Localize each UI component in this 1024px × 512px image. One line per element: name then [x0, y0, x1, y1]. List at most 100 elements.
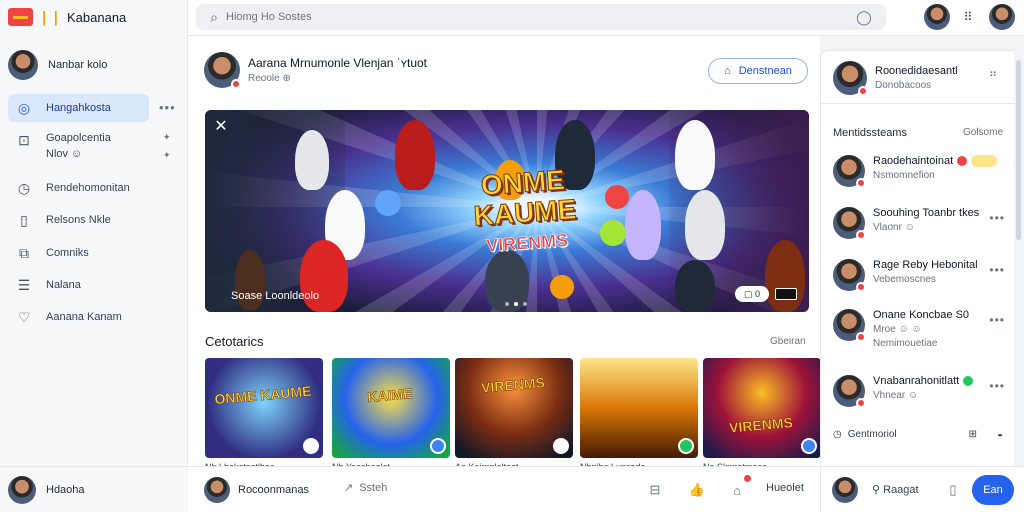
character-figure	[395, 120, 435, 190]
sidebar-item-nalana[interactable]: ☰ Nalana	[0, 277, 180, 293]
sidebar-item-rendehomonitan[interactable]: ◷ Rendehomonitan	[0, 180, 180, 196]
sticker-icon[interactable]: ⊟	[646, 481, 664, 499]
captions-icon[interactable]	[775, 288, 797, 300]
composer-user[interactable]: Rocoonmanas	[204, 477, 309, 503]
sidebar-item-label: Comniks	[46, 247, 89, 259]
gift-icon[interactable]: ⊞	[969, 429, 977, 440]
sidebar-item-relsons[interactable]: ▯ Relsons Nkle	[0, 212, 180, 228]
more-options-icon[interactable]: •••	[989, 263, 1005, 277]
wave-label[interactable]: Hueolet	[766, 482, 804, 494]
badge-icon	[553, 438, 569, 454]
share-label: Ssteh	[359, 481, 388, 494]
heart-icon: ♡	[17, 308, 31, 325]
avatar	[8, 50, 38, 80]
user-label[interactable]: ⚲ Raagat	[872, 483, 919, 496]
panel-section-title: Mentidssteams	[833, 127, 907, 139]
thumbnail-card[interactable]	[580, 358, 698, 458]
panel-see-all-link[interactable]: Golsome	[963, 127, 1003, 139]
panel-footer[interactable]: ◷ Gentmoriol ⊞ ◒	[833, 429, 1003, 440]
list-item[interactable]: Rage Reby Hebonital Vebemoscnes •••	[833, 259, 1009, 292]
sparkle-icon: ✦	[163, 150, 172, 160]
thumbnail-card[interactable]: VIRENMS	[703, 358, 821, 458]
avatar[interactable]	[989, 4, 1015, 30]
follow-button[interactable]: ⌂ Denstnean	[708, 58, 808, 84]
search-input[interactable]	[226, 11, 826, 23]
grid-icon[interactable]: ⠶	[989, 67, 997, 80]
avatar[interactable]	[924, 4, 950, 30]
avatar[interactable]	[832, 477, 858, 503]
list-item[interactable]: Vnabanrahonitlatt Vhnear ☺ •••	[833, 375, 1009, 408]
sidebar-item-label: Aanana Kanam	[46, 311, 122, 323]
main-feed: Aarana Mrnumonle Vlenjan ˈʏtuot Reoole ⊕…	[188, 36, 821, 472]
post-subtitle: Reoole ⊕	[248, 73, 291, 84]
list-item[interactable]: Soouhing Toanbr tkes Vlaonr ☺ •••	[833, 207, 1009, 240]
divider	[820, 467, 821, 512]
bell-icon: ⌂	[724, 65, 731, 77]
author-avatar[interactable]	[204, 52, 241, 89]
bookmark-icon: ▯	[20, 211, 28, 228]
list-item[interactable]: Raodehaintoinat Nsmomnefion	[833, 155, 1009, 188]
person-sub: Vebemoscnes	[873, 274, 936, 285]
bottom-bar: Rocoonmanas ↗ Ssteh ⊟ 👍 ⌂ Hueolet ⚲ Raag…	[188, 466, 1024, 512]
apps-grid-icon[interactable]: ⠿	[960, 9, 976, 25]
thumbnail-card[interactable]: VIRENMS	[455, 358, 573, 458]
right-user-name: Raagat	[883, 484, 919, 496]
shield-icon[interactable]: ◒	[997, 429, 1003, 440]
sidebar-item-sublabel: Nlov ☺	[46, 148, 83, 160]
thumbnail-title: ONME KAUME	[213, 382, 313, 408]
person-sub: Mroe ☺ ☺	[873, 324, 922, 335]
sidebar-item-aanana-kanam[interactable]: ♡ Aanana Kanam	[0, 309, 180, 325]
hero-title: ONME KAUME VIRENMS	[442, 163, 608, 264]
online-dot-icon	[963, 376, 974, 386]
search-bar[interactable]: ⌕ ◯	[196, 4, 886, 30]
panel-profile-name: Roonedidaesantl	[875, 65, 958, 77]
brand[interactable]: ❘❘ Kabanana	[8, 6, 126, 28]
gift-icon[interactable]: ⌂	[728, 481, 746, 499]
carousel-dots[interactable]	[505, 302, 527, 306]
person-sub-secondary: Nemimouetiae	[873, 338, 938, 349]
list-item[interactable]: Onane Koncbae S0 Mroe ☺ ☺ Nemimouetiae •…	[833, 309, 1009, 349]
divider	[821, 103, 1015, 104]
notification-dot-icon	[957, 156, 968, 166]
panel-profile-sub: Donobacoos	[875, 80, 932, 91]
avatar	[204, 477, 230, 503]
sidebar-profile[interactable]: Nanbar kolo	[8, 50, 107, 80]
badge-icon	[801, 438, 817, 454]
notification-dot-icon	[744, 475, 751, 482]
sidebar-item-hangahkosta[interactable]: ◎ Hangahkosta	[8, 94, 149, 122]
person-sub: Vhnear ☺	[873, 390, 919, 401]
sidebar-item-comniks[interactable]: ⧉ Comniks	[0, 245, 180, 261]
sidebar-footer-profile[interactable]: Hdaoha	[0, 466, 188, 512]
more-options-icon[interactable]: •••	[989, 379, 1005, 393]
sidebar-item-goapolcentia[interactable]: ⊡ Goapolcentia Nlov ☺	[0, 132, 180, 161]
section-see-all-link[interactable]: Gbeiran	[770, 336, 806, 347]
character-figure	[295, 130, 329, 190]
scrollbar[interactable]	[1016, 60, 1021, 240]
person-name: Soouhing Toanbr tkes	[873, 207, 980, 219]
send-button[interactable]: Ean	[972, 475, 1014, 505]
share-button[interactable]: ↗ Ssteh	[344, 481, 388, 495]
status-badge	[856, 332, 866, 342]
hero-video[interactable]: ✕ ONME KAUME VIRENMS Soase Loonldeolo ▢ …	[205, 110, 809, 312]
badge-icon	[303, 438, 319, 454]
panel-footer-label: Gentmoriol	[847, 429, 897, 440]
status-badge	[856, 398, 866, 408]
phone-icon[interactable]: ▯	[944, 481, 962, 499]
bubble-decoration	[550, 275, 574, 299]
thumbs-up-icon[interactable]: 👍	[688, 481, 706, 499]
more-options-icon[interactable]: •••	[989, 313, 1005, 327]
thumbnail-card[interactable]: ONME KAUME	[205, 358, 323, 458]
brand-name: Kabanana	[67, 9, 127, 25]
thumbnail-card[interactable]: KAIME	[332, 358, 450, 458]
panel-profile[interactable]: Roonedidaesantl Donobacoos	[833, 61, 958, 96]
person-name: Onane Koncbae S0	[873, 309, 970, 321]
playback-control[interactable]: ▢ 0	[735, 286, 769, 302]
close-icon[interactable]: ✕	[213, 118, 229, 135]
more-options-icon[interactable]: •••	[159, 100, 176, 115]
sidebar-item-label: Rendehomonitan	[46, 182, 130, 194]
more-options-icon[interactable]: •••	[989, 211, 1005, 225]
status-badge	[231, 79, 241, 89]
chat-bubble-icon[interactable]: ◯	[852, 9, 876, 25]
character-figure	[675, 120, 715, 190]
character-figure	[765, 240, 805, 312]
